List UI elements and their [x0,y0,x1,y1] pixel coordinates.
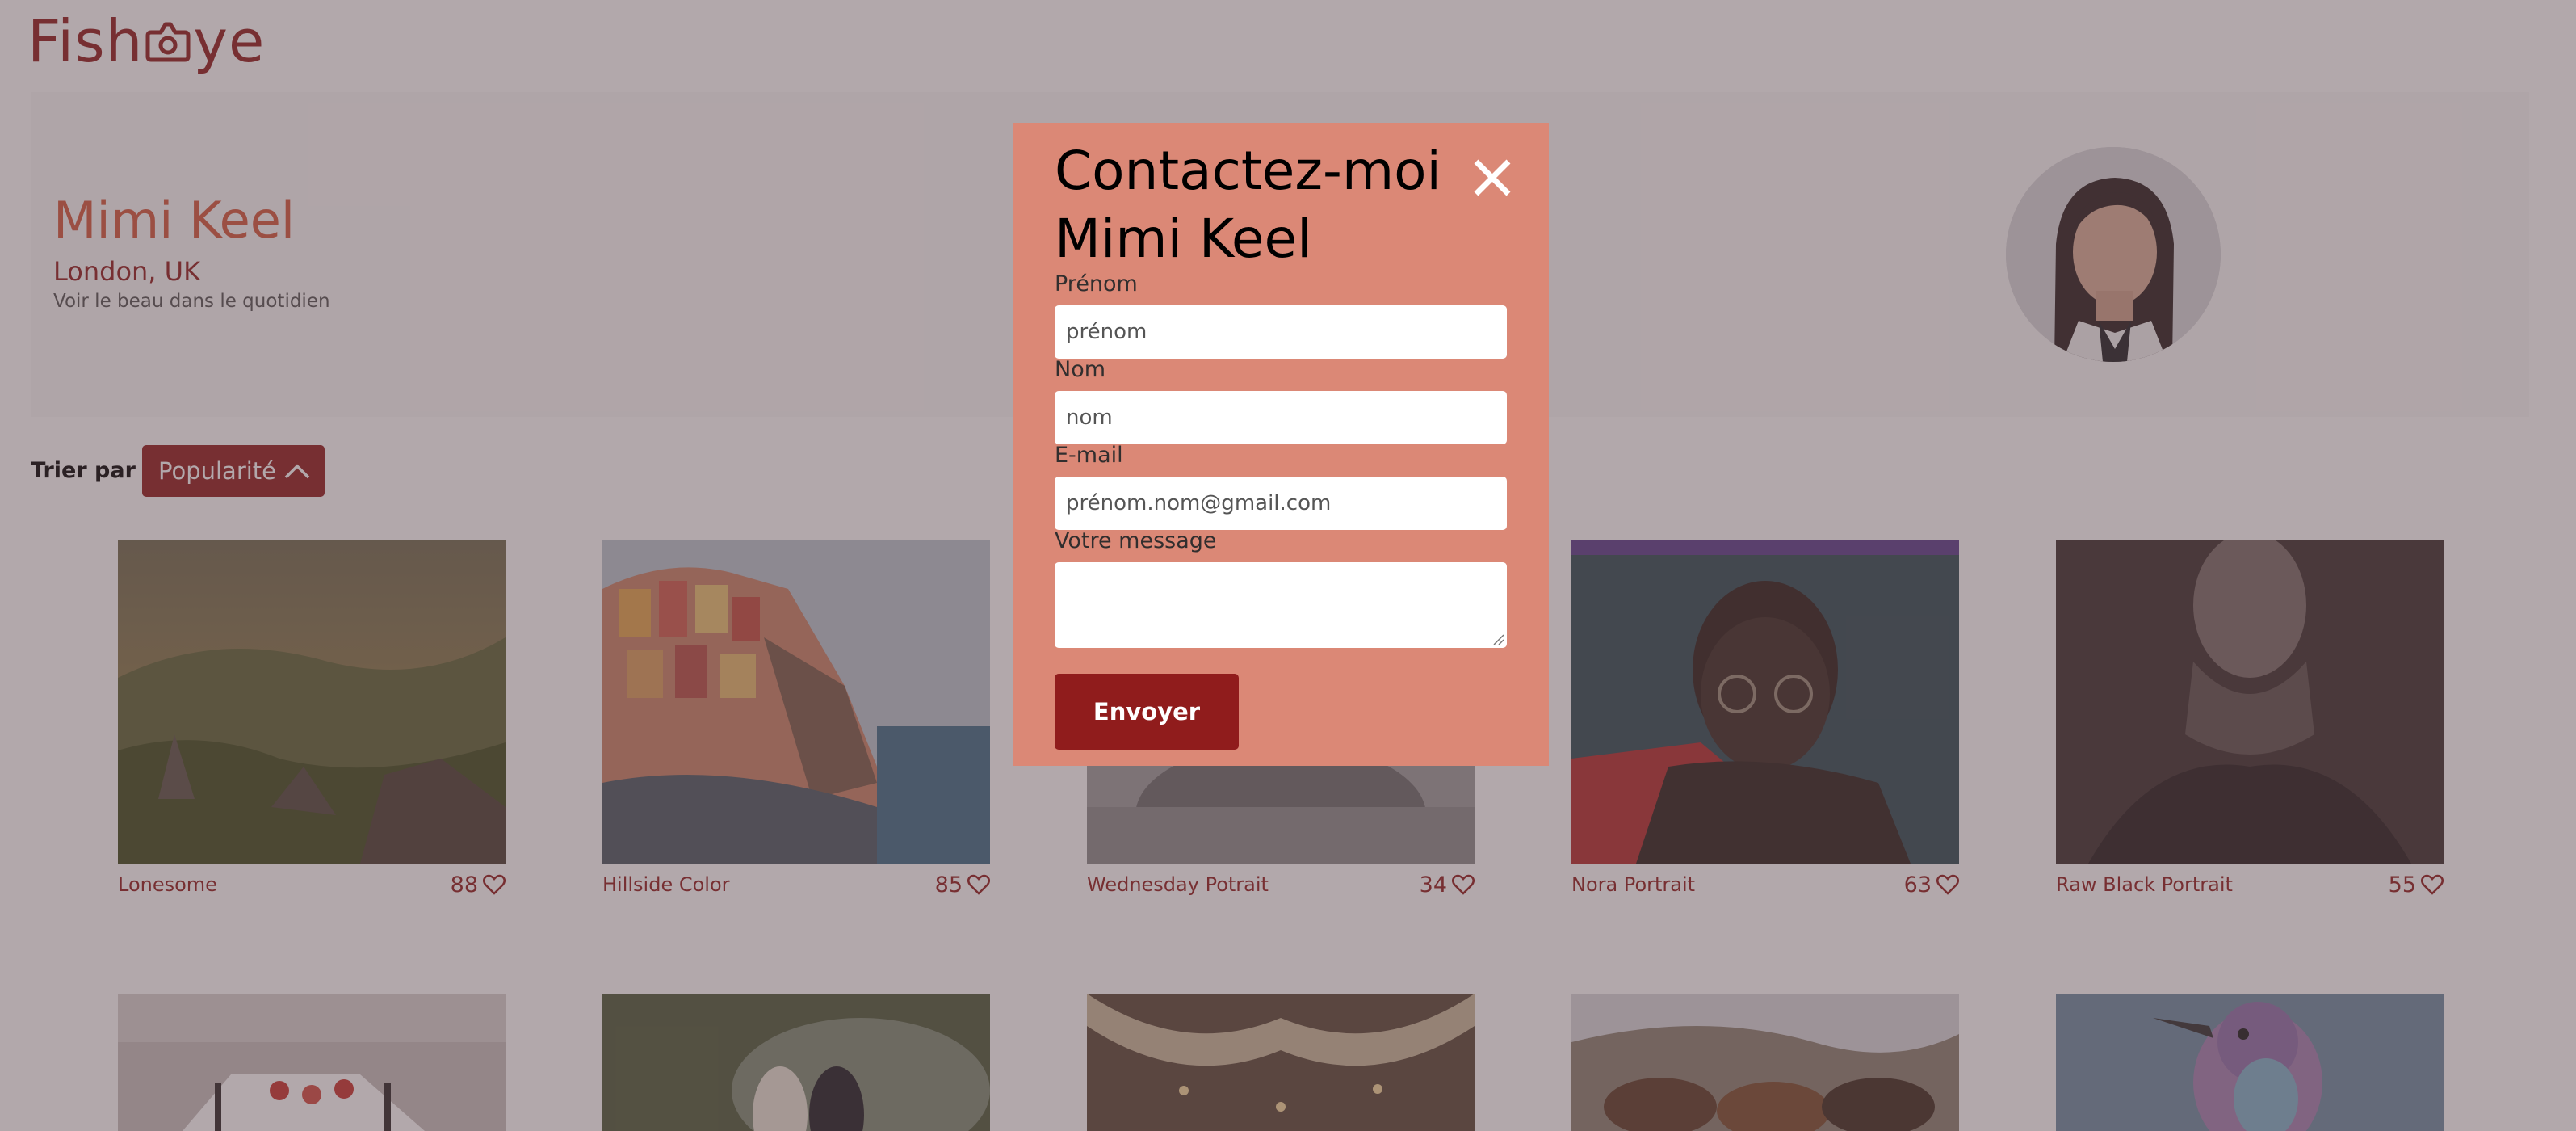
firstname-placeholder: prénom [1066,320,1147,344]
lastname-placeholder: nom [1066,406,1113,430]
message-textarea[interactable] [1055,562,1507,648]
photographer-page: Fish ye Mimi Keel London, UK Voir le bea… [0,0,2576,1131]
lastname-input[interactable]: nom [1055,391,1507,444]
contact-modal: Contactez-moi Mimi Keel Prénom prénom No… [1013,123,1549,766]
email-label: E-mail [1055,443,1123,468]
firstname-input[interactable]: prénom [1055,305,1507,359]
modal-title: Contactez-moi Mimi Keel [1055,137,1441,273]
firstname-label: Prénom [1055,271,1138,296]
message-label: Votre message [1055,528,1217,553]
email-placeholder: prénom.nom@gmail.com [1066,491,1332,515]
modal-title-line1: Contactez-moi [1055,140,1441,202]
lastname-label: Nom [1055,357,1106,382]
resize-grip-icon[interactable] [1492,633,1505,646]
close-icon[interactable] [1465,150,1520,205]
send-button[interactable]: Envoyer [1055,674,1239,750]
email-input[interactable]: prénom.nom@gmail.com [1055,477,1507,530]
modal-title-line2: Mimi Keel [1055,208,1312,270]
